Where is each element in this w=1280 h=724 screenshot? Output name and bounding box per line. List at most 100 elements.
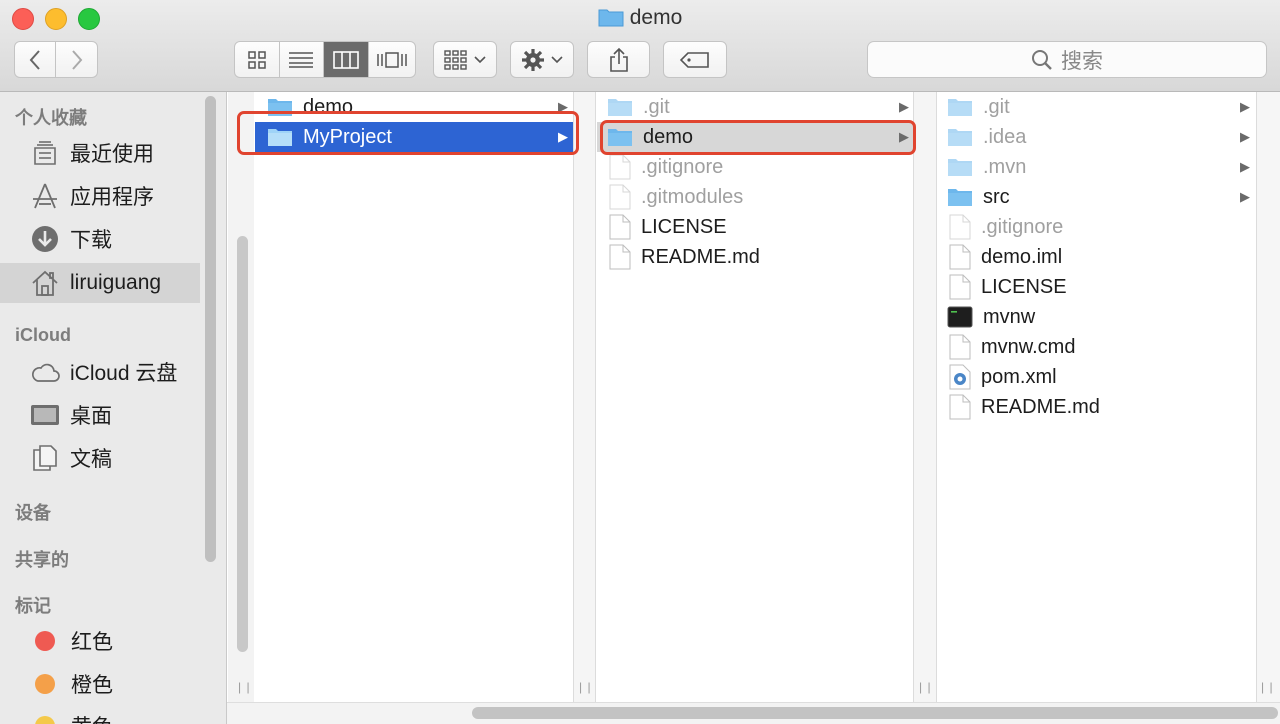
sidebar-item-home[interactable]: liruiguang [0, 263, 200, 303]
file-icon [949, 244, 971, 270]
horizontal-scrollbar[interactable] [472, 707, 1278, 719]
sidebar-item-applications[interactable]: 应用程序 [0, 176, 200, 216]
column-row[interactable]: .mvn ▶ [938, 152, 1256, 182]
sidebar-item-recents[interactable]: 最近使用 [0, 133, 200, 173]
back-button[interactable] [15, 42, 57, 77]
gallery-view-button[interactable] [369, 42, 415, 77]
item-name: .gitignore [641, 155, 724, 178]
downloads-icon [30, 224, 60, 254]
sidebar-header-tags: 标记 [15, 596, 51, 616]
column-row[interactable]: .gitignore [938, 212, 1256, 242]
item-name: LICENSE [641, 215, 727, 238]
share-button[interactable] [587, 41, 650, 78]
icon-view-button[interactable] [235, 42, 280, 77]
file-icon [949, 274, 971, 300]
sidebar-item-icloud-drive[interactable]: iCloud 云盘 [0, 352, 200, 392]
column-scrollbar[interactable] [237, 236, 248, 652]
sidebar-tag-orange[interactable]: 橙色 [0, 664, 200, 704]
disclosure-arrow-icon: ▶ [1240, 159, 1250, 174]
column-row[interactable]: README.md [597, 242, 913, 272]
sidebar-scrollbar[interactable] [205, 96, 216, 562]
sidebar-item-label: 黄色 [71, 711, 113, 724]
tag-icon [680, 51, 709, 68]
home-icon [30, 268, 60, 298]
column-divider[interactable] [913, 92, 937, 702]
nav-back-forward [14, 41, 98, 78]
sidebar-header-shared: 共享的 [15, 550, 69, 570]
sidebar-tag-red[interactable]: 红色 [0, 621, 200, 661]
column-row[interactable]: .gitignore [597, 152, 913, 182]
chevron-left-icon [29, 49, 40, 70]
column-row[interactable]: README.md [938, 392, 1256, 422]
item-name: mvnw.cmd [981, 335, 1076, 358]
disclosure-arrow-icon: ▶ [1240, 129, 1250, 144]
column-row[interactable]: LICENSE [938, 272, 1256, 302]
column-divider[interactable] [573, 92, 596, 702]
item-name: pom.xml [981, 365, 1057, 388]
folder-icon [598, 7, 624, 33]
view-mode-control [234, 41, 416, 78]
grid-icon [248, 50, 266, 69]
list-icon [289, 51, 314, 68]
item-name: .gitmodules [641, 185, 744, 208]
browser-column-2: .git ▶ demo ▶ .gitignore .gitmodules LIC… [597, 92, 913, 702]
forward-button[interactable] [56, 42, 97, 77]
sidebar-item-documents[interactable]: 文稿 [0, 438, 200, 478]
file-icon [949, 394, 971, 420]
column-row[interactable]: LICENSE [597, 212, 913, 242]
column-resize-grip[interactable]: | | [1261, 680, 1274, 694]
sidebar-item-desktop[interactable]: 桌面 [0, 395, 200, 435]
disclosure-arrow-icon: ▶ [899, 129, 909, 144]
column-row-selected[interactable]: demo ▶ [597, 122, 913, 152]
column-row[interactable]: pom.xml [938, 362, 1256, 392]
column-row[interactable]: mvnw [938, 302, 1256, 332]
item-name: demo [643, 125, 694, 148]
folder-icon [267, 97, 293, 117]
column-row[interactable]: mvnw.cmd [938, 332, 1256, 362]
terminal-icon [947, 306, 973, 328]
column-right-edge [1256, 92, 1280, 702]
item-name: README.md [981, 395, 1100, 418]
sidebar-header-favorites: 个人收藏 [15, 108, 87, 128]
item-name: demo [303, 95, 354, 118]
sidebar-tag-yellow[interactable]: 黄色 [0, 706, 200, 724]
column-resize-grip[interactable]: | | [238, 680, 251, 694]
column-row[interactable]: src ▶ [938, 182, 1256, 212]
search-icon [1032, 49, 1052, 70]
action-button[interactable] [510, 41, 574, 78]
item-name: .mvn [983, 155, 1027, 178]
list-view-button[interactable] [280, 42, 325, 77]
sidebar-item-label: iCloud 云盘 [70, 362, 178, 385]
chevron-down-icon [474, 55, 486, 63]
folder-icon [607, 127, 633, 147]
red-tag-icon [35, 631, 55, 651]
sidebar-item-downloads[interactable]: 下载 [0, 219, 200, 259]
arrange-button[interactable] [433, 41, 497, 78]
column-resize-grip[interactable]: | | [579, 680, 592, 694]
column-row[interactable]: .gitmodules [597, 182, 913, 212]
folder-icon [947, 187, 973, 207]
column-view-button[interactable] [324, 42, 369, 77]
column-row[interactable]: .git ▶ [597, 92, 913, 122]
documents-icon [30, 443, 60, 473]
column-row-selected[interactable]: MyProject ▶ [255, 122, 573, 152]
item-name: .idea [983, 125, 1027, 148]
file-icon [609, 244, 631, 270]
column-row[interactable]: demo ▶ [255, 92, 573, 122]
columns-icon [332, 50, 359, 69]
column-row[interactable]: demo.iml [938, 242, 1256, 272]
item-name: .gitignore [981, 215, 1064, 238]
applications-icon [30, 181, 60, 211]
sidebar-item-label: 应用程序 [70, 186, 154, 209]
window-title-text: demo [629, 6, 683, 29]
tags-button[interactable] [663, 41, 727, 78]
disclosure-arrow-icon: ▶ [1240, 99, 1250, 114]
search-field[interactable]: 搜索 [867, 41, 1267, 78]
disclosure-arrow-icon: ▶ [899, 99, 909, 114]
column-row[interactable]: .idea ▶ [938, 122, 1256, 152]
column-resize-grip[interactable]: | | [919, 680, 932, 694]
cloud-icon [30, 357, 60, 387]
column-row[interactable]: .git ▶ [938, 92, 1256, 122]
folder-icon [267, 127, 293, 147]
item-name: src [983, 185, 1010, 208]
